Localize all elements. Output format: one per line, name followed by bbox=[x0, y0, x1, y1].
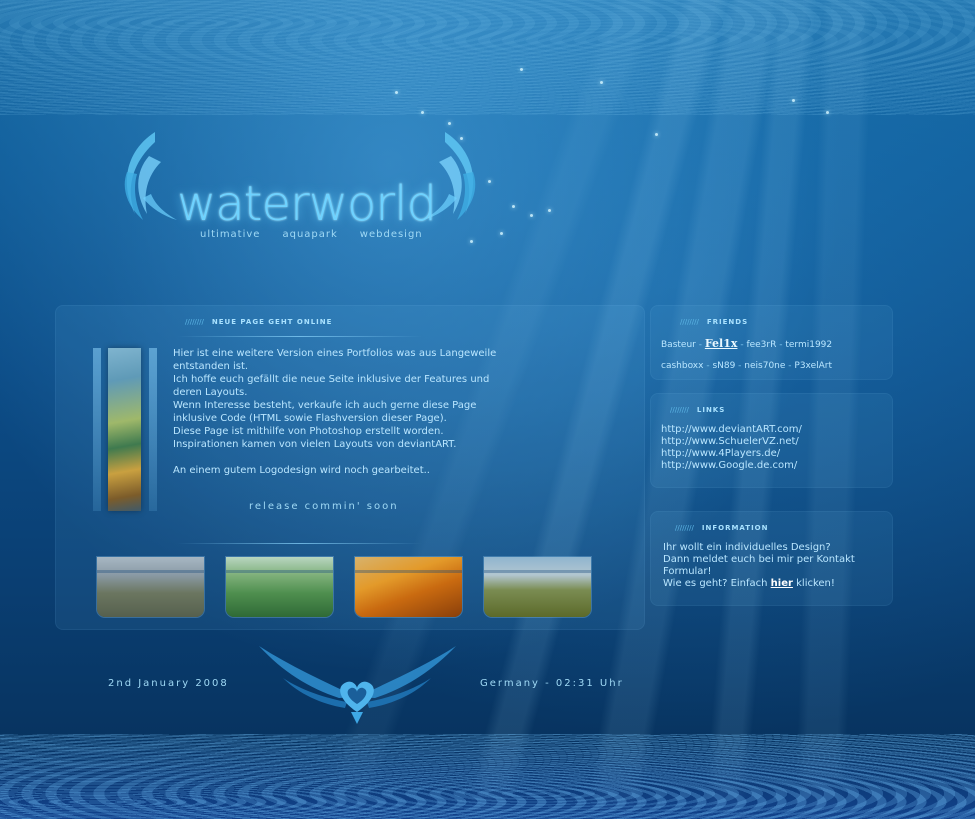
intro-paragraph: Hier ist eine weitere Version eines Port… bbox=[173, 348, 497, 372]
friend-link-highlight[interactable]: Fel1x bbox=[705, 337, 738, 350]
intro-paragraph: Ich hoffe euch gefällt die neue Seite in… bbox=[173, 374, 490, 398]
intro-paragraph: Wenn Interesse besteht, verkaufe ich auc… bbox=[173, 400, 477, 424]
links-section-header: //////// LINKS bbox=[670, 406, 725, 414]
landscape-thumbnail[interactable] bbox=[97, 557, 204, 617]
bubble bbox=[548, 209, 551, 212]
friend-link[interactable]: cashboxx bbox=[661, 361, 703, 371]
bubble bbox=[488, 180, 491, 183]
link-schuelervz[interactable]: http://www.SchuelerVZ.net/ bbox=[661, 436, 802, 448]
wing-left-icon bbox=[124, 132, 177, 220]
friend-link[interactable]: sN89 bbox=[712, 361, 735, 371]
footer-location-time: Germany - 02:31 Uhr bbox=[480, 678, 624, 689]
bubble bbox=[520, 68, 523, 71]
friend-separator: - bbox=[776, 340, 786, 350]
info-line: Ihr wollt ein individuelles Design? bbox=[663, 542, 831, 553]
friend-link[interactable]: neis70ne bbox=[744, 361, 785, 371]
divider bbox=[177, 543, 422, 544]
link-google[interactable]: http://www.Google.de.com/ bbox=[661, 460, 802, 472]
side-image-stripe bbox=[93, 348, 158, 511]
information-header-title: INFORMATION bbox=[701, 524, 769, 532]
links-header-title: LINKS bbox=[696, 406, 726, 414]
intro-paragraph: Inspirationen kamen von vielen Layouts v… bbox=[173, 439, 457, 450]
page: waterworld ultimative aquapark webdesign… bbox=[0, 0, 975, 819]
header-slashes: //////// bbox=[680, 318, 699, 326]
stripe-bar bbox=[93, 348, 101, 511]
thumbnail-gallery bbox=[97, 557, 591, 617]
information-section-header: //////// INFORMATION bbox=[675, 524, 769, 532]
sea-floor bbox=[0, 734, 975, 819]
friends-line: Basteur - Fel1x - fee3rR - termi1992 bbox=[661, 337, 832, 350]
bubble bbox=[826, 111, 829, 114]
footer-date: 2nd January 2008 bbox=[108, 678, 229, 689]
logo[interactable]: waterworld ultimative aquapark webdesign bbox=[115, 128, 485, 248]
contact-link[interactable]: hier bbox=[771, 578, 793, 589]
logo-title: waterworld bbox=[177, 176, 437, 232]
friend-link[interactable]: Basteur bbox=[661, 340, 696, 350]
friends-section-header: //////// FRIENDS bbox=[680, 318, 748, 326]
bubble bbox=[448, 122, 451, 125]
intro-paragraph: Diese Page ist mithilfe von Photoshop er… bbox=[173, 426, 444, 437]
link-4players[interactable]: http://www.4Players.de/ bbox=[661, 448, 802, 460]
links-list: http://www.deviantART.com/ http://www.Sc… bbox=[661, 424, 802, 472]
flower-thumbnail[interactable] bbox=[226, 557, 333, 617]
info-line: Dann meldet euch bei mir per Kontakt For… bbox=[663, 554, 855, 577]
bubble bbox=[530, 214, 533, 217]
friend-separator: - bbox=[735, 361, 745, 371]
bubble bbox=[500, 232, 503, 235]
orange-petal-thumbnail[interactable] bbox=[355, 557, 462, 617]
bubble bbox=[421, 111, 424, 114]
header-slashes: //////// bbox=[675, 524, 694, 532]
friend-link[interactable]: fee3rR bbox=[746, 340, 776, 350]
friends-line: cashboxx - sN89 - neis70ne - P3xelArt bbox=[661, 361, 832, 371]
friend-separator: - bbox=[695, 340, 705, 350]
friend-link[interactable]: P3xelArt bbox=[794, 361, 832, 371]
divider bbox=[177, 336, 422, 337]
stripe-image bbox=[108, 348, 141, 511]
stripe-bar bbox=[149, 348, 157, 511]
tagline-word: webdesign bbox=[359, 229, 423, 240]
meadow-thumbnail[interactable] bbox=[484, 557, 591, 617]
main-header-title: NEUE PAGE GEHT ONLINE bbox=[211, 318, 333, 326]
information-text: Ihr wollt ein individuelles Design? Dann… bbox=[663, 542, 863, 590]
info-suffix: klicken! bbox=[796, 578, 835, 589]
winged-heart-icon bbox=[259, 646, 456, 724]
release-notice: release commin' soon bbox=[249, 501, 399, 512]
bubble bbox=[600, 81, 603, 84]
friends-header-title: FRIENDS bbox=[706, 318, 749, 326]
tagline-word: ultimative bbox=[200, 229, 261, 240]
link-deviantart[interactable]: http://www.deviantART.com/ bbox=[661, 424, 802, 436]
logo-tagline: ultimative aquapark webdesign bbox=[200, 229, 423, 240]
info-line-with-link: Wie es geht? Einfach hier klicken! bbox=[663, 578, 863, 590]
header-slashes: //////// bbox=[185, 318, 204, 326]
friend-link[interactable]: termi1992 bbox=[785, 340, 832, 350]
bubble bbox=[395, 91, 398, 94]
bubble bbox=[792, 99, 795, 102]
bubble bbox=[655, 133, 658, 136]
tagline-word: aquapark bbox=[282, 229, 338, 240]
intro-text: Hier ist eine weitere Version eines Port… bbox=[173, 347, 518, 477]
main-section-header: //////// NEUE PAGE GEHT ONLINE bbox=[185, 318, 332, 326]
logo-note: An einem gutem Logodesign wird noch gear… bbox=[173, 465, 430, 476]
info-prefix: Wie es geht? Einfach bbox=[663, 578, 768, 589]
water-surface bbox=[0, 0, 975, 115]
bubble bbox=[512, 205, 515, 208]
header-slashes: //////// bbox=[670, 406, 689, 414]
